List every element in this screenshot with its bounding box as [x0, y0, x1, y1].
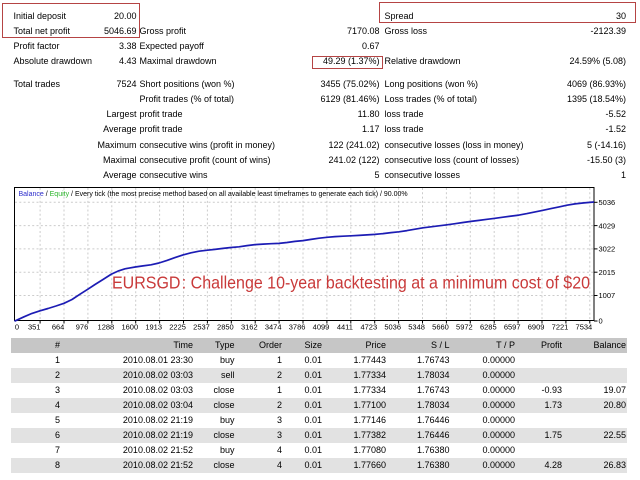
svg-text:2537: 2537: [193, 322, 210, 331]
svg-text:2015: 2015: [599, 268, 616, 277]
svg-text:5972: 5972: [456, 322, 473, 331]
svg-text:Balance / Equity / Every tick: Balance / Equity / Every tick (the most …: [19, 191, 408, 198]
svg-text:7221: 7221: [552, 322, 569, 331]
svg-text:0: 0: [15, 322, 19, 331]
svg-text:1288: 1288: [98, 322, 115, 331]
svg-text:3162: 3162: [241, 322, 258, 331]
svg-text:6597: 6597: [504, 322, 521, 331]
svg-text:0: 0: [599, 317, 603, 326]
svg-text:351: 351: [28, 322, 41, 331]
svg-text:1600: 1600: [121, 322, 138, 331]
svg-text:1913: 1913: [145, 322, 162, 331]
svg-text:5660: 5660: [432, 322, 449, 331]
svg-text:7534: 7534: [576, 322, 593, 331]
svg-text:4411: 4411: [337, 322, 353, 331]
svg-text:4029: 4029: [599, 221, 616, 230]
svg-text:3786: 3786: [289, 322, 306, 331]
svg-text:3022: 3022: [599, 245, 616, 254]
svg-text:6285: 6285: [480, 322, 497, 331]
svg-text:664: 664: [52, 322, 65, 331]
svg-text:2850: 2850: [217, 322, 234, 331]
svg-text:5036: 5036: [599, 198, 616, 207]
svg-text:5348: 5348: [408, 322, 425, 331]
svg-text:4099: 4099: [313, 322, 330, 331]
svg-text:976: 976: [76, 322, 89, 331]
svg-text:6909: 6909: [528, 322, 545, 331]
svg-text:5036: 5036: [384, 322, 401, 331]
svg-text:2225: 2225: [169, 322, 186, 331]
svg-text:3474: 3474: [265, 322, 282, 331]
svg-text:1007: 1007: [599, 291, 616, 300]
svg-text:4723: 4723: [360, 322, 377, 331]
